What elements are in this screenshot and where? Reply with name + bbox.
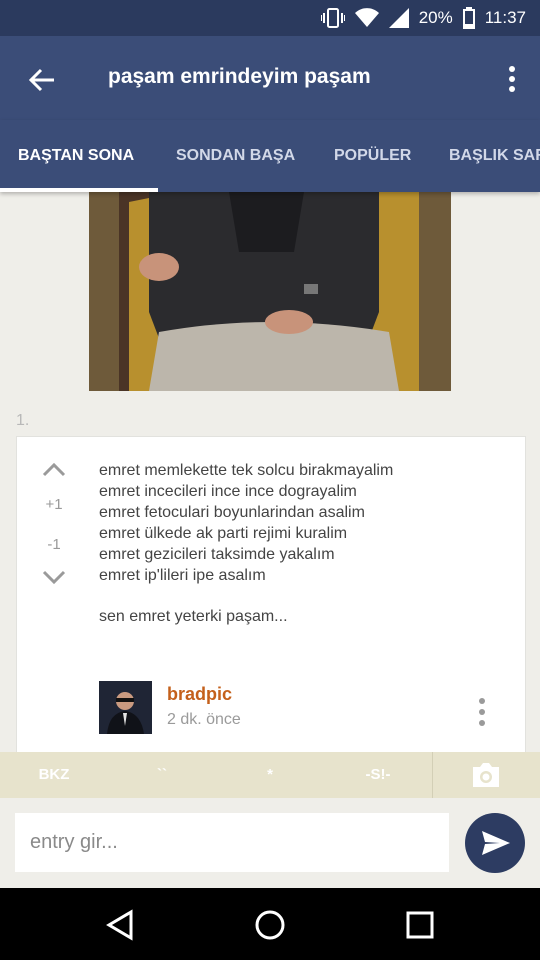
downvote-icon[interactable]	[42, 570, 66, 586]
bkz-button[interactable]: BKZ	[14, 752, 94, 798]
app-bar: paşam emrindeyim paşam	[0, 36, 540, 120]
upvote-count: +1	[45, 496, 63, 513]
upvote-icon[interactable]	[42, 461, 66, 477]
spoiler-button[interactable]: -S!-	[338, 752, 418, 798]
status-bar: 20% 11:37	[0, 0, 540, 36]
battery-percent: 20%	[418, 8, 453, 27]
nav-recents-icon[interactable]	[403, 908, 437, 942]
entry-line: emret fetoculari boyunlarindan asalim	[99, 504, 365, 521]
clock: 11:37	[484, 8, 526, 27]
tab-populer[interactable]: POPÜLER	[334, 120, 411, 192]
entry-photo[interactable]	[89, 192, 451, 391]
entry-more-icon[interactable]	[477, 697, 487, 727]
entry-number: 1.	[16, 412, 30, 429]
entry-line: emret ülkede ak parti rejimi kuralim	[99, 525, 348, 542]
signal-icon	[388, 8, 409, 28]
send-icon	[482, 831, 510, 855]
author-name[interactable]: bradpic	[167, 684, 232, 705]
send-button[interactable]	[465, 813, 525, 873]
vibrate-icon	[320, 7, 345, 29]
downvote-count: -1	[47, 536, 61, 553]
wifi-icon	[354, 8, 379, 28]
tab-sondan-basa[interactable]: SONDAN BAŞA	[176, 120, 295, 192]
entry-body: emret memlekette tek solcu birakmayalim …	[99, 460, 509, 586]
overflow-menu-icon[interactable]	[506, 64, 518, 96]
tab-baslik-sar[interactable]: BAŞLIK SAR	[449, 120, 540, 192]
topic-title: paşam emrindeyim paşam	[108, 65, 371, 88]
battery-icon	[462, 7, 475, 29]
toolbar-divider	[432, 752, 433, 798]
entry-time: 2 dk. önce	[167, 711, 241, 728]
entry-line: emret gezicileri taksimde yakalım	[99, 546, 335, 563]
entry-line: emret ip'lileri ipe asalım	[99, 567, 266, 584]
tab-bastan-sona[interactable]: BAŞTAN SONA	[18, 120, 134, 192]
entry-signoff: sen emret yeterki paşam...	[99, 608, 288, 625]
sort-tabs: BAŞTAN SONA SONDAN BAŞA POPÜLER BAŞLIK S…	[0, 120, 540, 192]
asterisk-button[interactable]: *	[230, 752, 310, 798]
backtick-button[interactable]: ``	[122, 752, 202, 798]
camera-icon[interactable]	[470, 762, 502, 788]
nav-home-icon[interactable]	[253, 908, 287, 942]
entry-line: emret incecileri ince ince dograyalim	[99, 483, 357, 500]
system-nav-bar	[0, 888, 540, 960]
back-icon[interactable]	[24, 62, 60, 98]
format-toolbar: BKZ `` * -S!-	[0, 752, 540, 798]
avatar[interactable]	[99, 681, 152, 734]
entry-input[interactable]	[15, 813, 449, 872]
active-tab-indicator	[0, 188, 158, 192]
entry-line: emret memlekette tek solcu birakmayalim	[99, 462, 394, 479]
nav-back-icon[interactable]	[103, 908, 137, 942]
